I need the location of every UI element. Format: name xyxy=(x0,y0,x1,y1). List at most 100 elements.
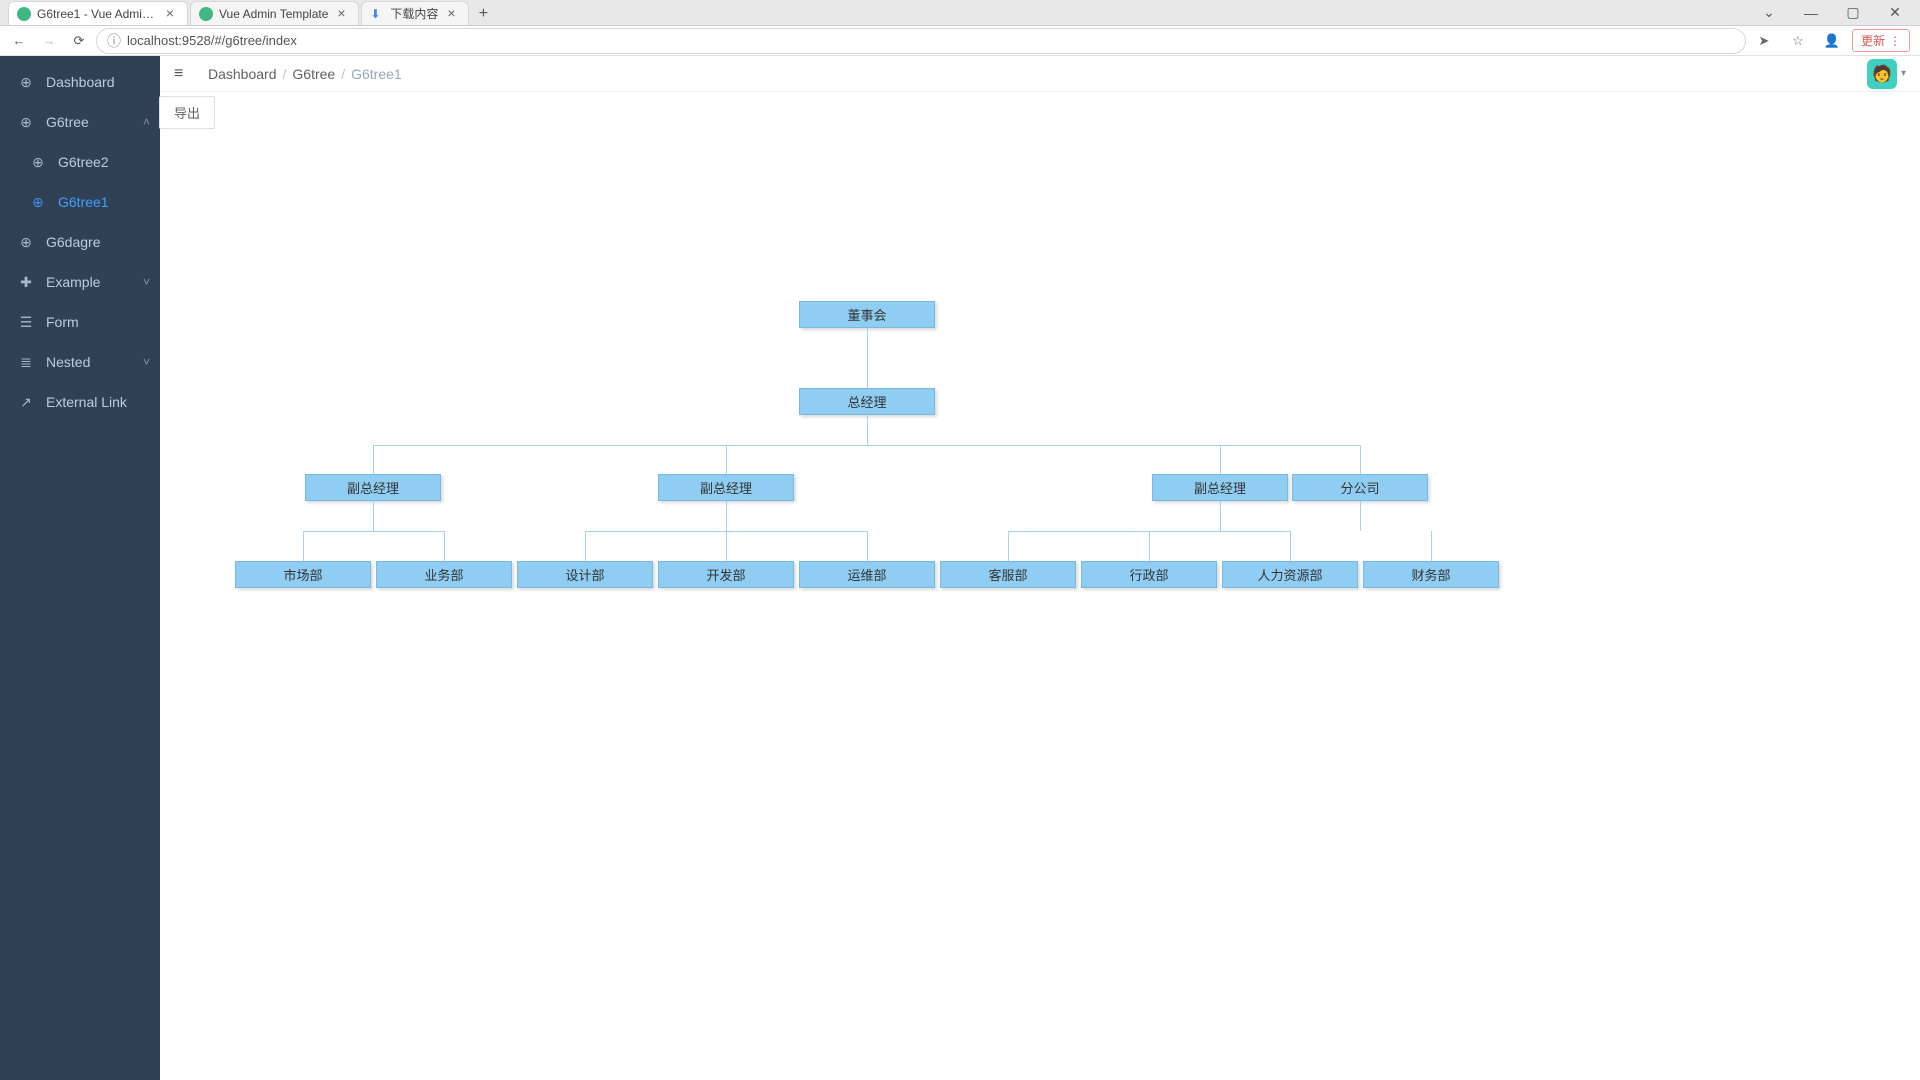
breadcrumb: Dashboard / G6tree / G6tree1 xyxy=(208,66,402,82)
connector xyxy=(867,415,868,445)
menu-icon: ⊕ xyxy=(18,234,34,251)
profile-icon[interactable]: 👤 xyxy=(1818,28,1846,54)
page-toolbar: 导出 xyxy=(160,92,1920,129)
tree-node[interactable]: 市场部 xyxy=(235,561,371,588)
breadcrumb-item[interactable]: G6tree xyxy=(292,66,335,82)
hamburger-icon[interactable]: ≡ xyxy=(174,65,198,83)
browser-update-button[interactable]: 更新 ⋮ xyxy=(1852,29,1910,52)
chevron-icon: ˅ xyxy=(143,355,150,369)
chart-canvas[interactable]: 董事会总经理副总经理副总经理副总经理分公司市场部业务部设计部开发部运维部客服部行… xyxy=(160,129,1920,1080)
browser-tab[interactable]: ⬇下载内容× xyxy=(361,1,469,25)
chevron-down-icon[interactable]: ⌄ xyxy=(1752,4,1786,21)
sidebar-item-nested[interactable]: ≣ Nested ˅ xyxy=(0,342,160,382)
sidebar-item-label: Form xyxy=(46,314,79,330)
tree-node[interactable]: 行政部 xyxy=(1081,561,1217,588)
menu-icon: ⊕ xyxy=(30,154,46,171)
browser-toolbar: ← → ⟳ ⓘ localhost:9528/#/g6tree/index ➤ … xyxy=(0,26,1920,56)
connector xyxy=(1431,531,1432,561)
tree-node[interactable]: 副总经理 xyxy=(658,474,794,501)
connector xyxy=(867,531,868,561)
newtab-button[interactable]: + xyxy=(471,3,495,25)
reload-button[interactable]: ⟳ xyxy=(66,28,92,54)
sidebar-item-label: G6tree2 xyxy=(58,154,109,170)
favicon-icon xyxy=(17,7,31,21)
url-text: localhost:9528/#/g6tree/index xyxy=(127,33,297,48)
connector xyxy=(1220,445,1221,475)
tree-node[interactable]: 运维部 xyxy=(799,561,935,588)
minimize-icon[interactable]: — xyxy=(1794,5,1828,21)
sidebar-item-g6dagre[interactable]: ⊕G6dagre xyxy=(0,222,160,262)
menu-icon: ☰ xyxy=(18,314,34,331)
export-button[interactable]: 导出 xyxy=(159,96,215,129)
breadcrumb-current: G6tree1 xyxy=(351,66,402,82)
back-button[interactable]: ← xyxy=(6,28,32,54)
tree-node[interactable]: 人力资源部 xyxy=(1222,561,1358,588)
caret-down-icon: ▾ xyxy=(1901,68,1906,79)
app-topbar: ≡ Dashboard / G6tree / G6tree1 🧑 ▾ xyxy=(160,56,1920,92)
tab-title: G6tree1 - Vue Admin Templat xyxy=(37,7,157,21)
sidebar-item-label: Dashboard xyxy=(46,74,115,90)
tree-node[interactable]: 副总经理 xyxy=(305,474,441,501)
chevron-icon: ˅ xyxy=(143,275,150,289)
sidebar-item-label: Nested xyxy=(46,354,90,370)
sidebar-item-label: Example xyxy=(46,274,100,290)
sidebar-item-g6tree2[interactable]: ⊕ G6tree2 xyxy=(0,142,160,182)
sidebar-item-g6tree[interactable]: ⊕ G6tree ˄ xyxy=(0,102,160,142)
sidebar-item-label: G6tree xyxy=(46,114,89,130)
window-controls: ⌄ — ▢ ✕ xyxy=(1744,0,1920,25)
connector xyxy=(303,531,444,532)
menu-icon: ≣ xyxy=(18,354,34,371)
forward-button: → xyxy=(36,28,62,54)
tab-close-icon[interactable]: × xyxy=(334,7,348,21)
user-menu[interactable]: 🧑 ▾ xyxy=(1867,59,1906,89)
favicon-icon xyxy=(199,7,213,21)
tree-node[interactable]: 设计部 xyxy=(517,561,653,588)
sidebar-item-g6tree1[interactable]: ⊕G6tree1 xyxy=(0,182,160,222)
close-icon[interactable]: ✕ xyxy=(1878,4,1912,21)
connector xyxy=(867,328,868,388)
site-info-icon[interactable]: ⓘ xyxy=(107,31,121,51)
address-bar[interactable]: ⓘ localhost:9528/#/g6tree/index xyxy=(96,28,1746,54)
kebab-icon: ⋮ xyxy=(1889,34,1901,48)
avatar: 🧑 xyxy=(1867,59,1897,89)
connector xyxy=(726,501,727,531)
tree-node[interactable]: 业务部 xyxy=(376,561,512,588)
menu-icon: ⊕ xyxy=(18,114,34,131)
tree-node[interactable]: 副总经理 xyxy=(1152,474,1288,501)
sidebar-item-form[interactable]: ☰ Form xyxy=(0,302,160,342)
send-icon[interactable]: ➤ xyxy=(1750,28,1778,54)
connector xyxy=(303,531,304,561)
browser-tab[interactable]: G6tree1 - Vue Admin Templat × xyxy=(8,1,188,25)
connector xyxy=(1360,445,1361,475)
tab-close-icon[interactable]: × xyxy=(163,7,177,21)
sidebar-item-external-link[interactable]: ↗External Link xyxy=(0,382,160,422)
tree-node[interactable]: 董事会 xyxy=(799,301,935,328)
maximize-icon[interactable]: ▢ xyxy=(1836,4,1870,21)
tree-node[interactable]: 财务部 xyxy=(1363,561,1499,588)
browser-tabstrip: G6tree1 - Vue Admin Templat×Vue Admin Te… xyxy=(0,0,1920,26)
tree-node[interactable]: 分公司 xyxy=(1292,474,1428,501)
chevron-icon: ˄ xyxy=(143,115,150,129)
browser-tab[interactable]: Vue Admin Template× xyxy=(190,1,359,25)
tree-node[interactable]: 客服部 xyxy=(940,561,1076,588)
bookmark-icon[interactable]: ☆ xyxy=(1784,28,1812,54)
sidebar-item-dashboard[interactable]: ⊕ Dashboard xyxy=(0,62,160,102)
connector xyxy=(1220,501,1221,531)
tab-close-icon[interactable]: × xyxy=(444,7,458,21)
menu-icon: ⊕ xyxy=(18,74,34,91)
tree-node[interactable]: 总经理 xyxy=(799,388,935,415)
tree-node[interactable]: 开发部 xyxy=(658,561,794,588)
connector xyxy=(1360,501,1361,531)
connector xyxy=(444,531,445,561)
connector xyxy=(373,501,374,531)
breadcrumb-item[interactable]: Dashboard xyxy=(208,66,277,82)
sidebar: ⊕Dashboard⊕G6tree˄⊕G6tree2⊕G6tree1⊕G6dag… xyxy=(0,56,160,1080)
connector xyxy=(373,445,374,475)
sidebar-item-label: External Link xyxy=(46,394,127,410)
connector xyxy=(373,445,1360,446)
sidebar-item-example[interactable]: ✚Example˅ xyxy=(0,262,160,302)
connector xyxy=(1008,531,1009,561)
tab-title: 下载内容 xyxy=(390,5,438,22)
connector xyxy=(726,445,727,475)
sidebar-item-label: G6tree1 xyxy=(58,194,109,210)
